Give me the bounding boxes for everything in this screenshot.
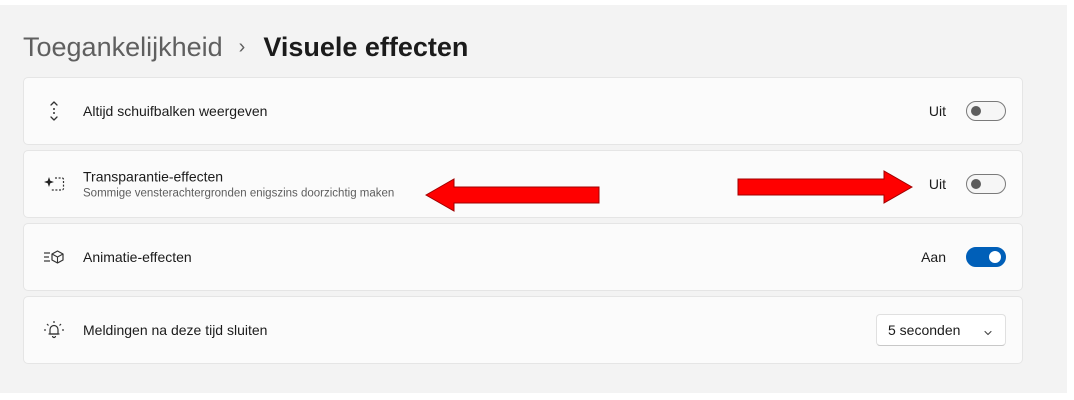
scrollbars-toggle[interactable] [966,101,1006,121]
setting-text: Meldingen na deze tijd sluiten [83,322,267,338]
setting-description: Sommige vensterachtergronden enigszins d… [83,187,395,200]
breadcrumb: Toegankelijkheid › Visuele effecten [23,27,468,67]
toggle-state-label: Uit [928,103,946,119]
chevron-down-icon [983,325,993,336]
setting-title: Altijd schuifbalken weergeven [83,103,268,119]
setting-title: Transparantie-effecten [83,168,224,185]
animation-toggle[interactable] [966,247,1006,267]
setting-title: Meldingen na deze tijd sluiten [83,322,268,338]
right-pointing-arrow [737,170,914,204]
toggle-knob [971,179,981,189]
toggle-state-label: Uit [928,176,946,192]
setting-card-animation: Animatie-effecten Aan [23,223,1023,291]
setting-text: Animatie-effecten [83,249,192,265]
scrollbar-icon [43,100,65,122]
notification-bell-icon [43,319,65,341]
setting-text: Transparantie-effecten Sommige vensterac… [83,169,394,200]
setting-title: Animatie-effecten [83,249,192,265]
toggle-knob [971,106,981,116]
setting-card-notifications: Meldingen na deze tijd sluiten 5 seconde… [23,296,1023,364]
breadcrumb-parent-link[interactable]: Toegankelijkheid [23,32,223,63]
left-pointing-arrow [424,178,600,212]
dropdown-value: 5 seconden [888,322,961,338]
animation-icon [43,246,65,268]
notification-duration-dropdown[interactable]: 5 seconden [876,314,1006,346]
transparency-icon [43,173,65,195]
page-title: Visuele effecten [263,31,469,62]
setting-card-scrollbars: Altijd schuifbalken weergeven Uit [23,77,1023,145]
toggle-knob [989,251,1001,263]
toggle-state-label: Aan [921,249,946,265]
settings-window: Toegankelijkheid › Visuele effecten Alti… [0,5,1067,393]
transparency-toggle[interactable] [966,174,1006,194]
setting-text: Altijd schuifbalken weergeven [83,103,267,119]
breadcrumb-separator: › [238,35,246,58]
